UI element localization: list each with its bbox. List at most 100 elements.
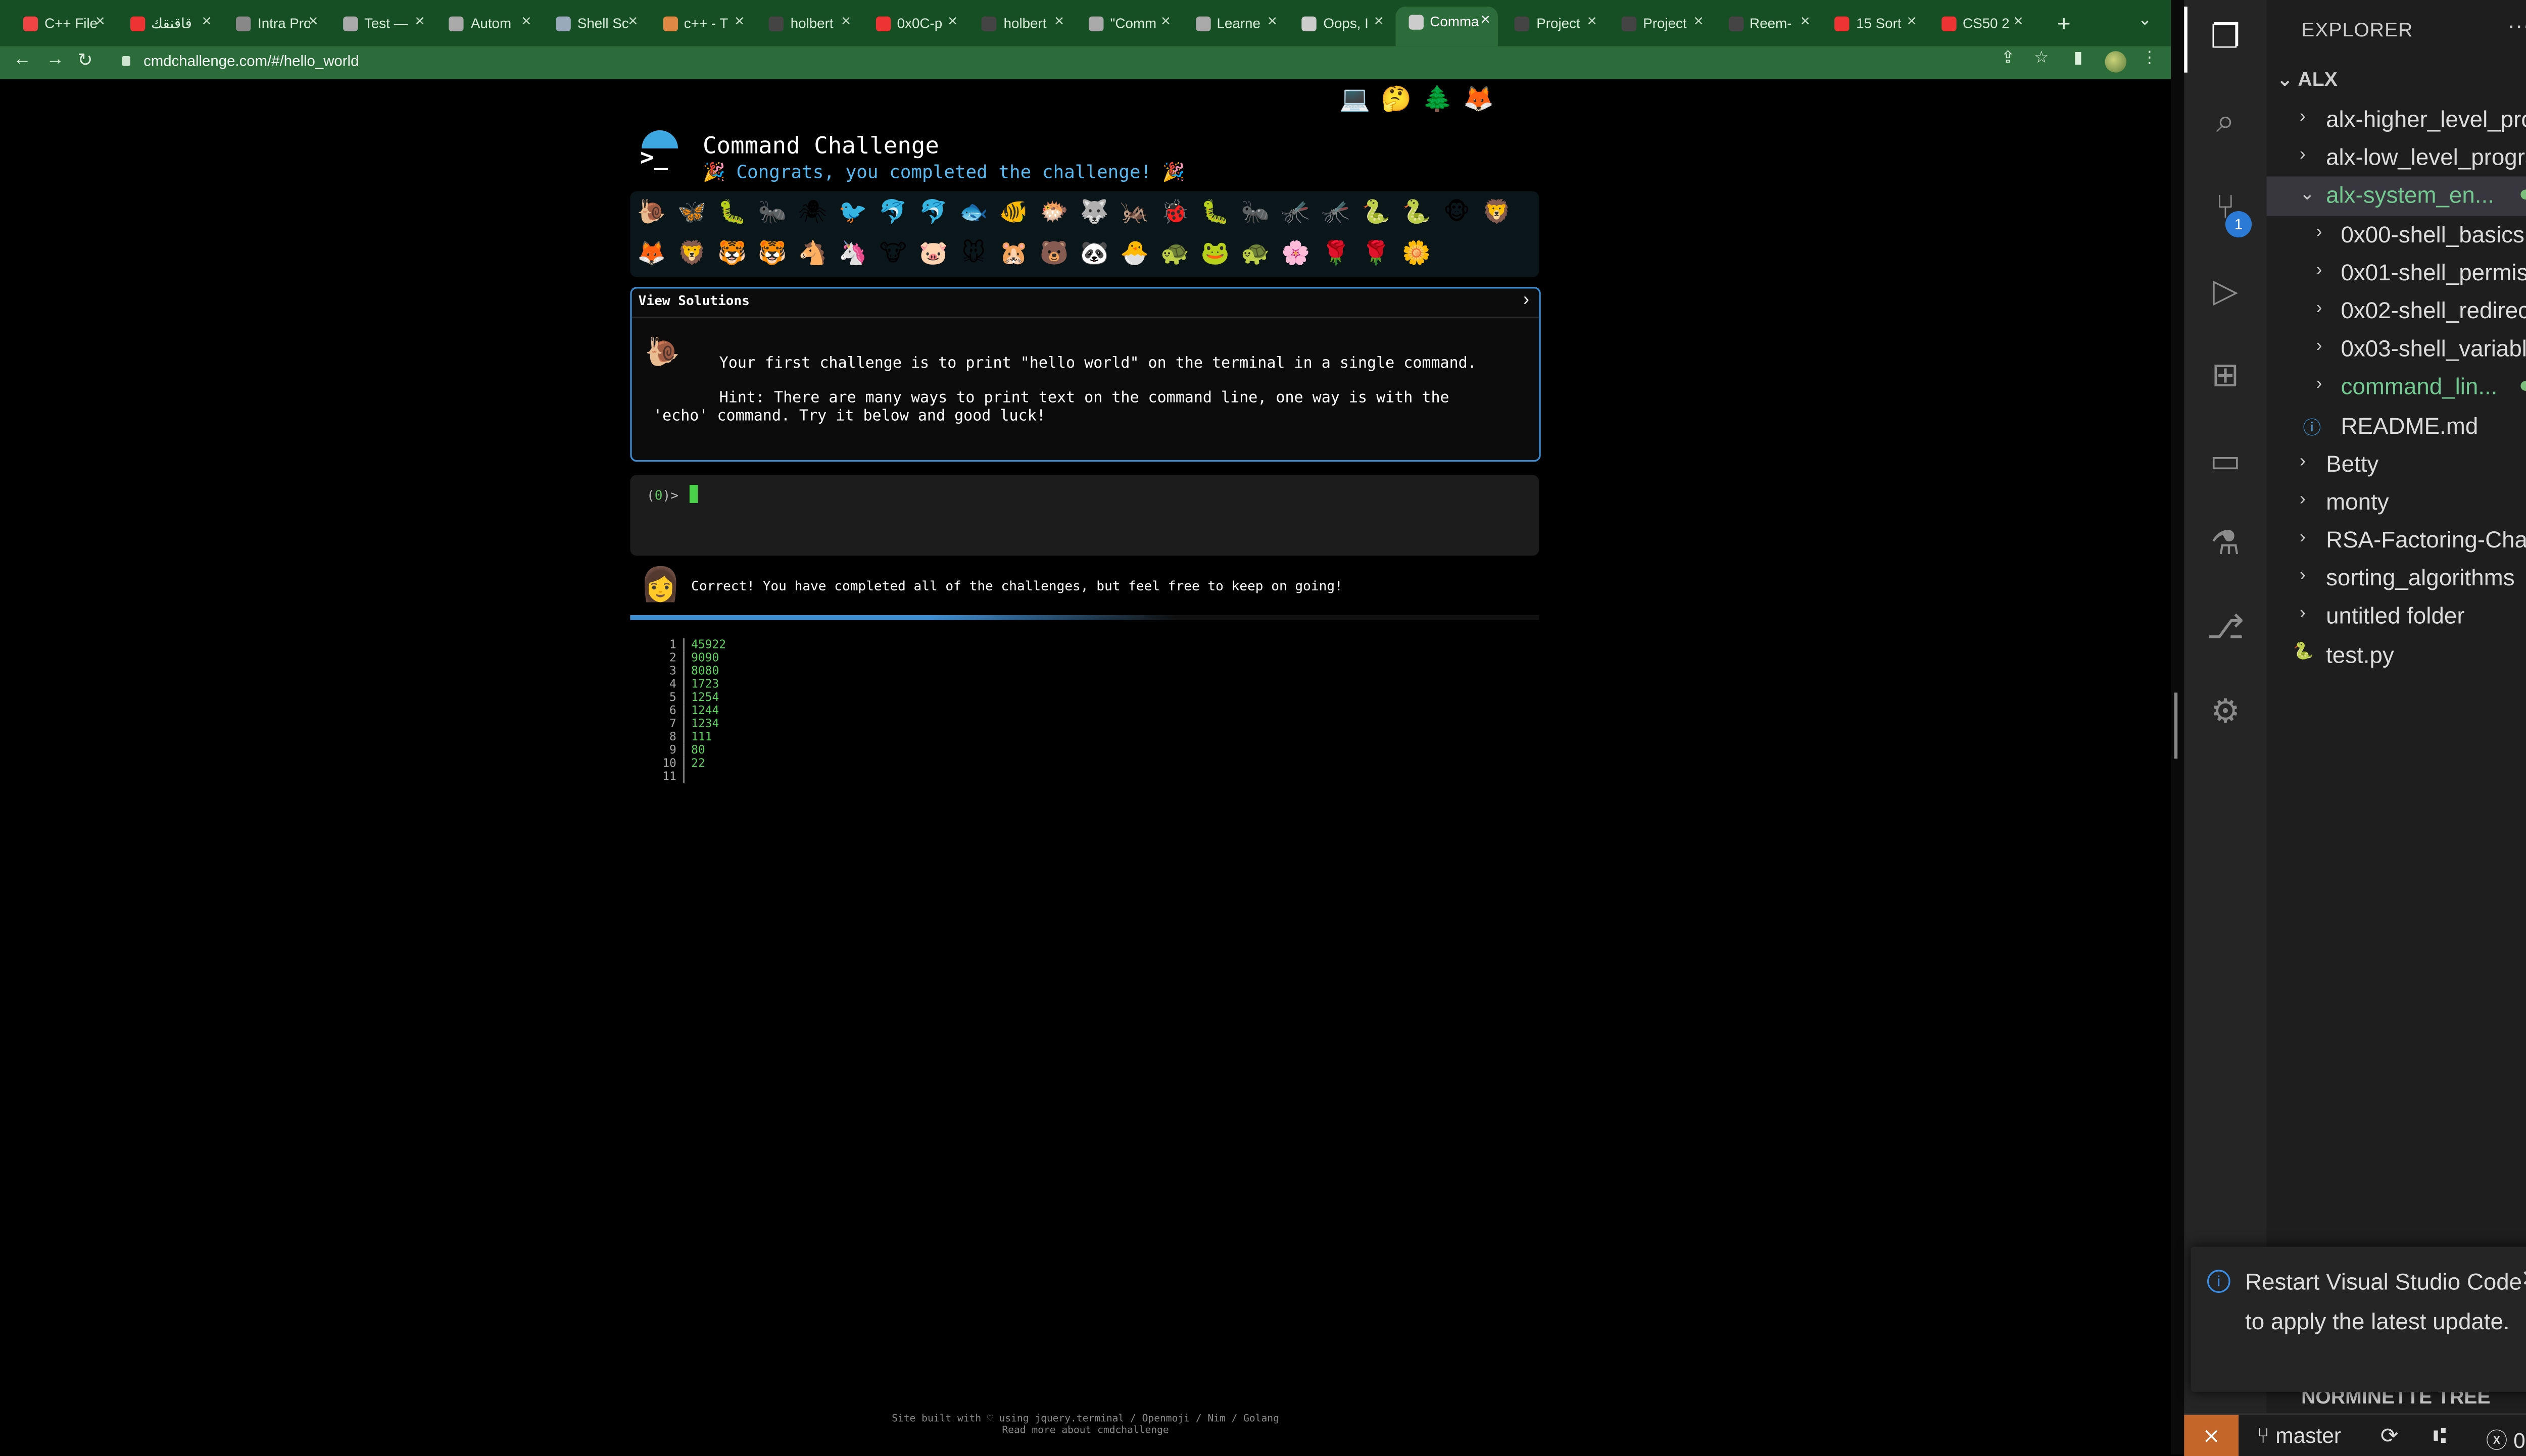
new-tab-button[interactable]: + — [2057, 10, 2071, 36]
tab-close-icon[interactable]: × — [735, 13, 744, 31]
file-tree-item[interactable]: › Betty — [2267, 445, 2526, 483]
challenge-emoji-icon[interactable]: 🐺 — [1078, 194, 1111, 227]
problems-indicator[interactable]: ⓧ 0 ⚠ 0 — [2486, 1423, 2526, 1454]
tab-close-icon[interactable]: × — [95, 13, 105, 31]
browser-tab[interactable]: قاقنقك × — [117, 8, 220, 41]
challenge-emoji-icon[interactable]: 🐬 — [877, 194, 909, 227]
browser-tab[interactable]: 15 Sort × — [1822, 8, 1925, 41]
gitlab-fox-icon[interactable]: 🦊 — [1463, 86, 1494, 116]
workspace-section-header[interactable]: ⌄ ALX — [2276, 68, 2338, 91]
challenge-emoji-icon[interactable]: 🐣 — [1118, 236, 1151, 269]
search-icon[interactable]: ⌕ — [2206, 102, 2245, 141]
resize-handle[interactable] — [2174, 692, 2178, 759]
tab-close-icon[interactable]: × — [1481, 12, 1490, 30]
explorer-files-icon[interactable]: ❐ — [2206, 18, 2245, 58]
mail-icon[interactable]: ✉ — [1504, 86, 1534, 116]
browser-tab[interactable]: CS50 2 × — [1928, 8, 2031, 41]
browser-tab[interactable]: 0x0C-p × — [862, 8, 965, 41]
tab-close-icon[interactable]: × — [202, 13, 211, 31]
challenge-emoji-icon[interactable]: 🐻 — [1038, 236, 1071, 269]
browser-tab[interactable]: C++ File × — [10, 8, 113, 41]
challenge-emoji-icon[interactable]: 🐛 — [715, 194, 748, 227]
file-tree-item[interactable]: › RSA-Factoring-Chall... — [2267, 521, 2526, 560]
challenge-emoji-icon[interactable]: 🐯 — [715, 236, 748, 269]
forward-icon[interactable]: → — [46, 49, 64, 69]
challenge-emoji-icon[interactable]: 🐭 — [957, 236, 990, 269]
file-tree-item[interactable]: ⌄ alx-system_en... — [2266, 177, 2526, 216]
tree-icon[interactable]: 🌲 — [1422, 86, 1453, 116]
remote-indicator-icon[interactable]: ⨯ — [2184, 1415, 2239, 1456]
challenge-emoji-icon[interactable]: 🐬 — [917, 194, 950, 227]
challenge-emoji-icon[interactable]: 🦟 — [1279, 194, 1312, 227]
tab-close-icon[interactable]: × — [1907, 13, 1916, 31]
footer-read-more-link[interactable]: Read more about cmdchallenge — [825, 1425, 1346, 1436]
browser-menu-icon[interactable]: ⋮ — [2141, 49, 2158, 68]
browser-tab[interactable]: Autom × — [436, 8, 539, 41]
challenge-emoji-icon[interactable]: 🐵 — [1440, 194, 1473, 227]
file-tree-item[interactable]: ⓘ README.md — [2267, 407, 2526, 445]
git-graph-icon[interactable]: ⎇ — [2206, 609, 2245, 648]
browser-tab[interactable]: Project × — [1502, 8, 1605, 41]
back-icon[interactable]: ← — [13, 49, 31, 69]
file-tree-item[interactable]: › monty — [2267, 483, 2526, 521]
more-actions-icon[interactable]: ··· — [2507, 12, 2526, 38]
challenge-emoji-icon[interactable]: 🐼 — [1078, 236, 1111, 269]
challenge-emoji-icon[interactable]: 🐜 — [1239, 194, 1272, 227]
tab-close-icon[interactable]: × — [308, 13, 318, 31]
browser-tab[interactable]: Test — × — [329, 8, 432, 41]
browser-tab[interactable]: Intra Pro × — [223, 8, 326, 41]
testing-flask-icon[interactable]: ⚗ — [2206, 524, 2245, 564]
challenge-emoji-icon[interactable]: 🌹 — [1359, 236, 1392, 269]
tab-search-chevron-icon[interactable]: ⌄ — [2138, 12, 2152, 30]
challenge-emoji-icon[interactable]: 🐟 — [957, 194, 990, 227]
terminal-link-icon[interactable]: 💻 — [1339, 86, 1370, 116]
tab-close-icon[interactable]: × — [948, 13, 957, 31]
browser-tab[interactable]: Reem- × — [1715, 8, 1818, 41]
file-tree-item[interactable]: › sorting_algorithms — [2267, 560, 2526, 598]
challenge-emoji-icon[interactable]: 🐌 — [635, 194, 668, 227]
tab-close-icon[interactable]: × — [1801, 13, 1810, 31]
challenge-emoji-icon[interactable]: 🐞 — [1158, 194, 1191, 227]
tab-close-icon[interactable]: × — [1694, 13, 1704, 31]
tab-close-icon[interactable]: × — [415, 13, 424, 31]
challenge-emoji-icon[interactable]: 🦄 — [837, 236, 869, 269]
challenge-emoji-icon[interactable]: 🐢 — [1158, 236, 1191, 269]
file-tree-item[interactable]: › untitled folder — [2267, 597, 2526, 636]
branch-indicator[interactable]: ⑂ master — [2257, 1423, 2341, 1448]
file-tree-item[interactable]: › 0x03-shell_variable... — [2267, 330, 2526, 368]
run-debug-icon[interactable]: ▷ — [2206, 272, 2245, 312]
tab-close-icon[interactable]: × — [628, 13, 638, 31]
tab-close-icon[interactable]: × — [1374, 13, 1384, 31]
thinking-face-icon[interactable]: 🤔 — [1381, 86, 1412, 116]
challenge-emoji-icon[interactable]: 🌼 — [1400, 236, 1433, 269]
file-tree-item[interactable]: › 0x00-shell_basics — [2267, 215, 2526, 254]
browser-tab[interactable]: Comma × — [1395, 7, 1499, 46]
bookmark-star-icon[interactable]: ☆ — [2034, 49, 2049, 68]
challenge-emoji-icon[interactable]: 🐢 — [1239, 236, 1272, 269]
challenge-emoji-icon[interactable]: 🦁 — [1480, 194, 1513, 227]
browser-tab[interactable]: holbert × — [756, 8, 859, 41]
challenge-emoji-icon[interactable]: 🐠 — [997, 194, 1030, 227]
tab-close-icon[interactable]: × — [1587, 13, 1597, 31]
file-tree-item[interactable]: › command_lin... — [2267, 368, 2526, 407]
file-tree-item[interactable]: › alx-low_level_progra... — [2267, 139, 2526, 177]
challenge-emoji-icon[interactable]: 🐹 — [997, 236, 1030, 269]
tab-close-icon[interactable]: × — [1054, 13, 1064, 31]
sync-icon[interactable]: ⟳ — [2381, 1423, 2399, 1449]
challenge-emoji-icon[interactable]: 🦁 — [675, 236, 708, 269]
browser-tab[interactable]: holbert × — [969, 8, 1072, 41]
challenge-emoji-icon[interactable]: 🐛 — [1199, 194, 1232, 227]
git-graph-status-icon[interactable]: ⑆ — [2433, 1423, 2446, 1448]
challenge-emoji-icon[interactable]: 🦗 — [1118, 194, 1151, 227]
reload-icon[interactable]: ↻ — [77, 49, 92, 71]
challenge-emoji-icon[interactable]: 🦊 — [635, 236, 668, 269]
challenge-emoji-icon[interactable]: 🐜 — [756, 194, 789, 227]
challenge-emoji-icon[interactable]: 🐸 — [1199, 236, 1232, 269]
tab-close-icon[interactable]: × — [1268, 13, 1277, 31]
challenge-emoji-icon[interactable]: 🐮 — [877, 236, 909, 269]
view-solutions-toggle[interactable]: View Solutions › — [632, 288, 1539, 319]
file-tree-item[interactable]: 🐍 test.py — [2267, 636, 2526, 674]
browser-tab[interactable]: c++ - T × — [649, 8, 752, 41]
share-icon[interactable]: ⇪ — [2001, 49, 2015, 68]
challenge-emoji-icon[interactable]: 🌹 — [1320, 236, 1352, 269]
